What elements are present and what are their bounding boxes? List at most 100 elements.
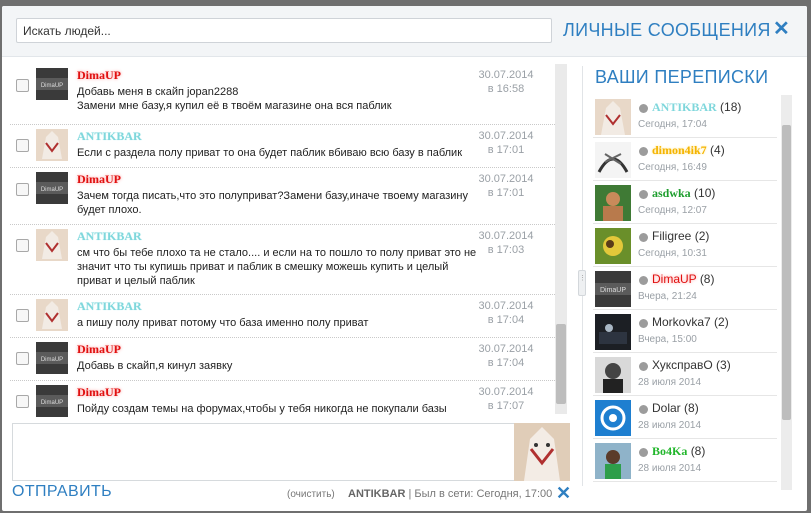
partner-status: ANTIKBAR | Был в сети: Сегодня, 17:00 bbox=[348, 488, 552, 500]
message-time: в 16:58 bbox=[487, 83, 525, 95]
partner-last-seen: | Был в сети: Сегодня, 17:00 bbox=[405, 488, 553, 500]
clear-button[interactable]: (очистить) bbox=[287, 489, 335, 500]
message-checkbox[interactable] bbox=[16, 239, 29, 252]
conversation-item[interactable]: asdwka (10) Сегодня, 12:07 bbox=[593, 181, 777, 224]
message-time: в 17:01 bbox=[487, 144, 525, 156]
conversation-item[interactable]: ANTIKBAR (18) Сегодня, 17:04 bbox=[593, 95, 777, 138]
avatar: DimaUP bbox=[36, 68, 68, 100]
close-icon[interactable]: ✕ bbox=[556, 483, 571, 504]
avatar bbox=[36, 229, 68, 261]
conversation-time: 28 июля 2014 bbox=[638, 420, 702, 431]
message-author[interactable]: DimaUP bbox=[77, 68, 121, 83]
message-row: DimaUP DimaUP Добавь меня в скайп jopan2… bbox=[10, 64, 555, 125]
message-date-day: 30.07.2014 bbox=[478, 343, 534, 355]
messages-dialog: ЛИЧНЫЕ СООБЩЕНИЯ ✕ DimaUP DimaUP Добавь … bbox=[2, 6, 807, 511]
conversation-name: Bo4Ka (8) bbox=[652, 444, 705, 459]
conversation-name: Morkovka7 (2) bbox=[652, 315, 729, 329]
message-checkbox[interactable] bbox=[16, 183, 29, 196]
conversation-nick: asdwka bbox=[652, 186, 691, 200]
conversation-name: Filigree (2) bbox=[652, 229, 709, 243]
avatar: DimaUP bbox=[36, 385, 68, 417]
send-button[interactable]: ОТПРАВИТЬ bbox=[12, 483, 112, 501]
avatar bbox=[595, 357, 631, 393]
conversation-item[interactable]: ХуксправО (3) 28 июля 2014 bbox=[593, 353, 777, 396]
conversation-time: Вчера, 21:24 bbox=[638, 291, 697, 302]
message-list: DimaUP DimaUP Добавь меня в скайп jopan2… bbox=[10, 64, 570, 422]
message-date: 30.07.2014 в 17:01 bbox=[466, 129, 546, 157]
message-row: DimaUP DimaUP Зачем тогда писать,что это… bbox=[10, 168, 555, 225]
conversation-name: ХуксправО (3) bbox=[652, 358, 731, 372]
message-author[interactable]: ANTIKBAR bbox=[77, 129, 142, 144]
scrollbar-thumb[interactable] bbox=[556, 324, 566, 404]
conversation-name: Dolar (8) bbox=[652, 401, 699, 415]
message-author[interactable]: DimaUP bbox=[77, 342, 121, 357]
conversation-scrollbar[interactable] bbox=[781, 95, 792, 490]
message-date-day: 30.07.2014 bbox=[478, 130, 534, 142]
conversation-nick: dimon4ik7 bbox=[652, 143, 707, 157]
avatar: DimaUP bbox=[595, 271, 631, 307]
status-dot bbox=[639, 448, 648, 457]
conversation-count: (2) bbox=[694, 229, 710, 243]
message-author[interactable]: ANTIKBAR bbox=[77, 299, 142, 314]
conversation-time: Сегодня, 10:31 bbox=[638, 248, 707, 259]
status-dot bbox=[639, 190, 648, 199]
svg-text:DimaUP: DimaUP bbox=[41, 83, 63, 89]
message-row: DimaUP DimaUP Пойду создам темы на форум… bbox=[10, 381, 555, 422]
conversation-count: (8) bbox=[690, 444, 706, 458]
message-time: в 17:04 bbox=[487, 314, 525, 326]
message-author[interactable]: ANTIKBAR bbox=[77, 229, 142, 244]
avatar bbox=[595, 400, 631, 436]
close-icon[interactable]: ✕ bbox=[773, 18, 791, 40]
conversation-count: (18) bbox=[720, 100, 742, 114]
scrollbar-thumb[interactable] bbox=[782, 125, 791, 420]
message-checkbox[interactable] bbox=[16, 309, 29, 322]
message-scrollbar[interactable] bbox=[555, 64, 567, 414]
conversation-item[interactable]: Bo4Ka (8) 28 июля 2014 bbox=[593, 439, 777, 482]
message-text: Зачем тогда писать,что это полуприват?За… bbox=[77, 190, 469, 216]
conversation-count: (8) bbox=[699, 272, 715, 286]
conversation-item[interactable]: Dolar (8) 28 июля 2014 bbox=[593, 396, 777, 439]
message-compose-box[interactable] bbox=[12, 423, 570, 481]
conversation-time: 28 июля 2014 bbox=[638, 377, 702, 388]
status-dot bbox=[639, 362, 648, 371]
message-date: 30.07.2014 в 17:01 bbox=[466, 172, 546, 200]
message-date: 30.07.2014 в 17:07 bbox=[466, 385, 546, 413]
conversation-count: (2) bbox=[714, 315, 729, 329]
avatar bbox=[36, 129, 68, 161]
search-people-input[interactable] bbox=[16, 18, 552, 43]
message-author[interactable]: DimaUP bbox=[77, 172, 121, 187]
message-checkbox[interactable] bbox=[16, 139, 29, 152]
avatar bbox=[595, 228, 631, 264]
message-row: ANTIKBAR Если с раздела полу приват то о… bbox=[10, 125, 555, 168]
avatar bbox=[595, 185, 631, 221]
conversation-nick: Filigree bbox=[652, 229, 692, 243]
status-dot bbox=[639, 104, 648, 113]
conversation-nick: Dolar bbox=[652, 401, 681, 415]
drag-handle-icon[interactable]: ⋮ bbox=[578, 270, 586, 296]
message-text: Если с раздела полу приват то она будет … bbox=[77, 147, 463, 159]
message-date: 30.07.2014 в 17:03 bbox=[466, 229, 546, 257]
partner-name[interactable]: ANTIKBAR bbox=[348, 488, 405, 500]
conversation-item[interactable]: Morkovka7 (2) Вчера, 15:00 bbox=[593, 310, 777, 353]
message-checkbox[interactable] bbox=[16, 395, 29, 408]
message-checkbox[interactable] bbox=[16, 352, 29, 365]
conversation-item[interactable]: dimon4ik7 (4) Сегодня, 16:49 bbox=[593, 138, 777, 181]
message-checkbox[interactable] bbox=[16, 79, 29, 92]
conversation-time: Сегодня, 17:04 bbox=[638, 119, 707, 130]
conversation-name: dimon4ik7 (4) bbox=[652, 143, 725, 158]
message-row: ANTIKBAR см что бы тебе плохо та не стал… bbox=[10, 225, 555, 295]
conversation-item[interactable]: DimaUP DimaUP (8) Вчера, 21:24 bbox=[593, 267, 777, 310]
svg-text:DimaUP: DimaUP bbox=[41, 187, 63, 193]
conversation-nick: DimaUP bbox=[652, 272, 697, 286]
message-date-day: 30.07.2014 bbox=[478, 173, 534, 185]
avatar: DimaUP bbox=[36, 172, 68, 204]
avatar bbox=[595, 99, 631, 135]
conversation-time: Вчера, 15:00 bbox=[638, 334, 697, 345]
message-author[interactable]: DimaUP bbox=[77, 385, 121, 400]
status-dot bbox=[639, 276, 648, 285]
conversation-item[interactable]: Filigree (2) Сегодня, 10:31 bbox=[593, 224, 777, 267]
message-date: 30.07.2014 в 17:04 bbox=[466, 342, 546, 370]
message-date-day: 30.07.2014 bbox=[478, 230, 534, 242]
conversation-count: (10) bbox=[694, 186, 716, 200]
page-title: ЛИЧНЫЕ СООБЩЕНИЯ bbox=[563, 20, 771, 40]
